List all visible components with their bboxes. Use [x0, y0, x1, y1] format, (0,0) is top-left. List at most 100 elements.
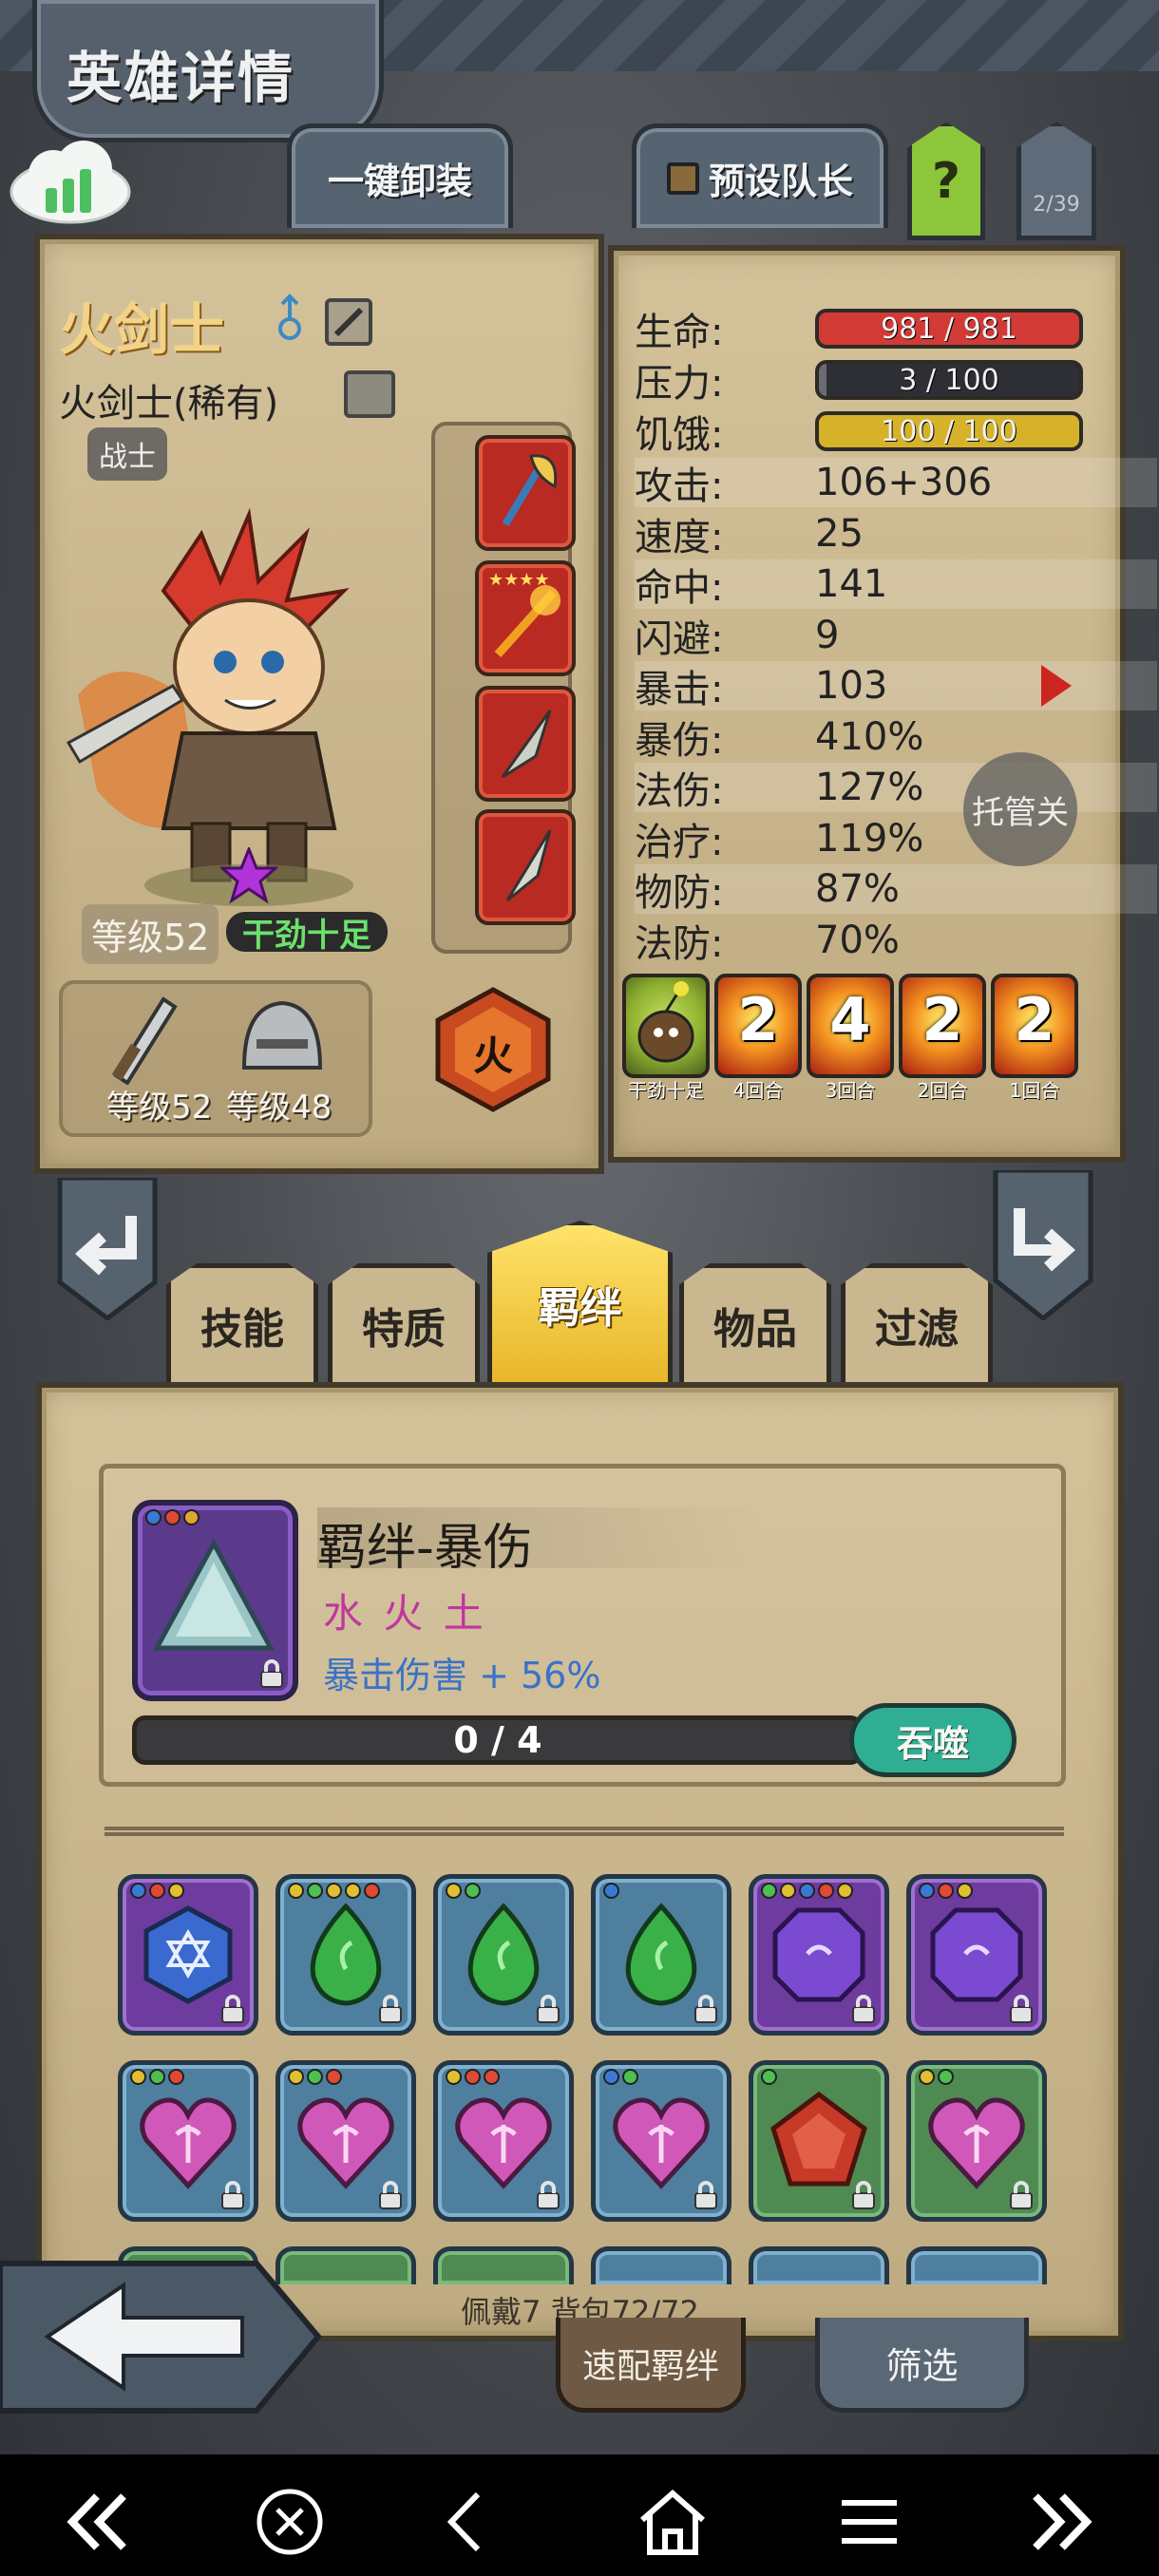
- turn-buff-icon[interactable]: 2: [714, 974, 802, 1078]
- gem-slot[interactable]: [276, 1874, 416, 2036]
- lock-icon: [379, 2181, 402, 2209]
- stat-value: 87%: [815, 867, 900, 911]
- lock-icon: [1010, 2181, 1033, 2209]
- helmet-icon[interactable]: [230, 992, 334, 1087]
- tab-filter[interactable]: 过滤: [841, 1263, 993, 1382]
- auto-toggle-button[interactable]: 托管关: [963, 752, 1077, 866]
- system-nav-bar: [0, 2454, 1159, 2576]
- divider: [104, 1827, 1064, 1836]
- equip-slot-flame-sword[interactable]: ★★★★: [475, 560, 576, 676]
- bond-elements: 水 火 土: [323, 1590, 487, 1637]
- armor-level: 等级48: [226, 1089, 332, 1127]
- equip-slot-axe[interactable]: [475, 435, 576, 551]
- stat-row: 闪避: 9: [635, 611, 1157, 661]
- gem-slot[interactable]: [906, 1874, 1047, 2036]
- turn-buff-icon[interactable]: 2: [991, 974, 1078, 1078]
- stat-row: 暴伤: 410%: [635, 712, 1157, 763]
- hero-level: 等级52: [82, 904, 219, 964]
- tab-bonds[interactable]: 羁绊: [487, 1221, 673, 1382]
- stat-value: 25: [815, 511, 864, 556]
- tab-items[interactable]: 物品: [679, 1263, 831, 1382]
- tab-traits[interactable]: 特质: [328, 1263, 480, 1382]
- stress-label: 压力:: [635, 362, 724, 406]
- stat-label: 速度:: [635, 515, 724, 559]
- devour-button[interactable]: 吞噬: [849, 1703, 1016, 1777]
- unequip-all-tab[interactable]: 一键卸装: [287, 123, 513, 228]
- tab-traits-label: 特质: [362, 1305, 446, 1354]
- fire-element-badge[interactable]: 火: [434, 986, 552, 1113]
- next-hero-button[interactable]: [991, 1167, 1095, 1322]
- stat-row: 暴击: 103: [635, 661, 1157, 711]
- sift-button[interactable]: 筛选: [815, 2318, 1029, 2413]
- lock-icon: [694, 1995, 717, 2023]
- lock-icon: [1010, 1995, 1033, 2023]
- gem-slot[interactable]: [591, 2060, 732, 2222]
- help-button[interactable]: ?: [907, 122, 985, 240]
- hero-panel: 火剑士 火剑士(稀有) 战士 等级52 干劲十足 ★★★★ 等级52 等级48 …: [34, 234, 604, 1174]
- gem-slot[interactable]: [118, 1874, 258, 2036]
- back-arrow-button[interactable]: [0, 2259, 323, 2415]
- turn-buff-icon[interactable]: 4: [807, 974, 894, 1078]
- buff-count: 2: [737, 985, 779, 1054]
- tab-skills[interactable]: 技能: [166, 1263, 318, 1382]
- menu-icon[interactable]: [812, 2470, 926, 2574]
- gem-slot[interactable]: [591, 1874, 732, 2036]
- gem-slot[interactable]: [433, 1874, 574, 2036]
- gem-slot[interactable]: [749, 2246, 889, 2284]
- gem-slot[interactable]: [433, 2060, 574, 2222]
- stat-row: 治疗: 119%: [635, 814, 1157, 864]
- close-icon[interactable]: [233, 2470, 347, 2574]
- tab-skills-label: 技能: [200, 1305, 284, 1354]
- tab-filter-label: 过滤: [875, 1305, 959, 1354]
- hp-bar: 981 / 981: [815, 309, 1083, 349]
- stat-label: 治疗:: [635, 820, 724, 864]
- gem-slot[interactable]: [276, 2060, 416, 2222]
- info-card-icon[interactable]: [344, 370, 395, 418]
- stress-value: 3 / 100: [899, 363, 999, 397]
- expand-arrow-icon[interactable]: [1041, 665, 1072, 707]
- preset-leader-tab[interactable]: 预设队长: [632, 123, 888, 228]
- star-icon: [218, 844, 279, 904]
- network-cloud-icon[interactable]: [6, 137, 135, 228]
- help-label: ?: [931, 152, 961, 210]
- gem-slot[interactable]: [433, 2246, 574, 2284]
- bond-gem-slot[interactable]: [132, 1500, 298, 1701]
- stat-label: 法防:: [635, 921, 724, 966]
- gem-slot[interactable]: [118, 2060, 258, 2222]
- hunger-bar: 100 / 100: [815, 411, 1083, 451]
- hp-row: 生命: 981 / 981: [635, 304, 1157, 354]
- home-icon[interactable]: [616, 2470, 730, 2574]
- mood-buff-icon[interactable]: [622, 974, 710, 1078]
- gem-slot[interactable]: [749, 1874, 889, 2036]
- hero-count-tab[interactable]: 2/39: [1016, 122, 1096, 240]
- gem-slot[interactable]: [749, 2060, 889, 2222]
- gem-slot[interactable]: [906, 2060, 1047, 2222]
- hero-class-rarity: 火剑士(稀有): [59, 382, 279, 426]
- gem-slot[interactable]: [591, 2246, 732, 2284]
- back-icon[interactable]: [410, 2470, 524, 2574]
- quick-bond-label: 速配羁绊: [581, 2346, 719, 2386]
- rename-icon[interactable]: [325, 298, 372, 346]
- gem-slot[interactable]: [906, 2246, 1047, 2284]
- sword-icon[interactable]: [87, 990, 192, 1086]
- stat-row: 攻击: 106+306: [635, 458, 1157, 508]
- stat-row: 物防: 87%: [635, 864, 1157, 915]
- male-icon: [277, 293, 302, 346]
- buff-count: 2: [1014, 985, 1055, 1054]
- lock-icon: [221, 1995, 244, 2023]
- first-page-icon[interactable]: [40, 2470, 154, 2574]
- element-label: 火: [472, 1032, 513, 1079]
- buff-caption: 2回合: [917, 1079, 968, 1102]
- prev-hero-button[interactable]: [55, 1175, 160, 1322]
- equip-slot-spear[interactable]: [475, 809, 576, 925]
- stat-row: 法伤: 127%: [635, 763, 1157, 813]
- stat-row: 命中: 141: [635, 559, 1157, 610]
- equip-slot-dagger[interactable]: [475, 686, 576, 802]
- hp-value: 981 / 981: [881, 312, 1017, 346]
- turn-buff-icon[interactable]: 2: [899, 974, 986, 1078]
- svg-text:★★★★: ★★★★: [488, 570, 550, 590]
- quick-bond-button[interactable]: 速配羁绊: [556, 2318, 746, 2413]
- checkbox-icon[interactable]: [666, 161, 699, 195]
- last-page-icon[interactable]: [1005, 2470, 1119, 2574]
- role-badge: 战士: [87, 427, 167, 481]
